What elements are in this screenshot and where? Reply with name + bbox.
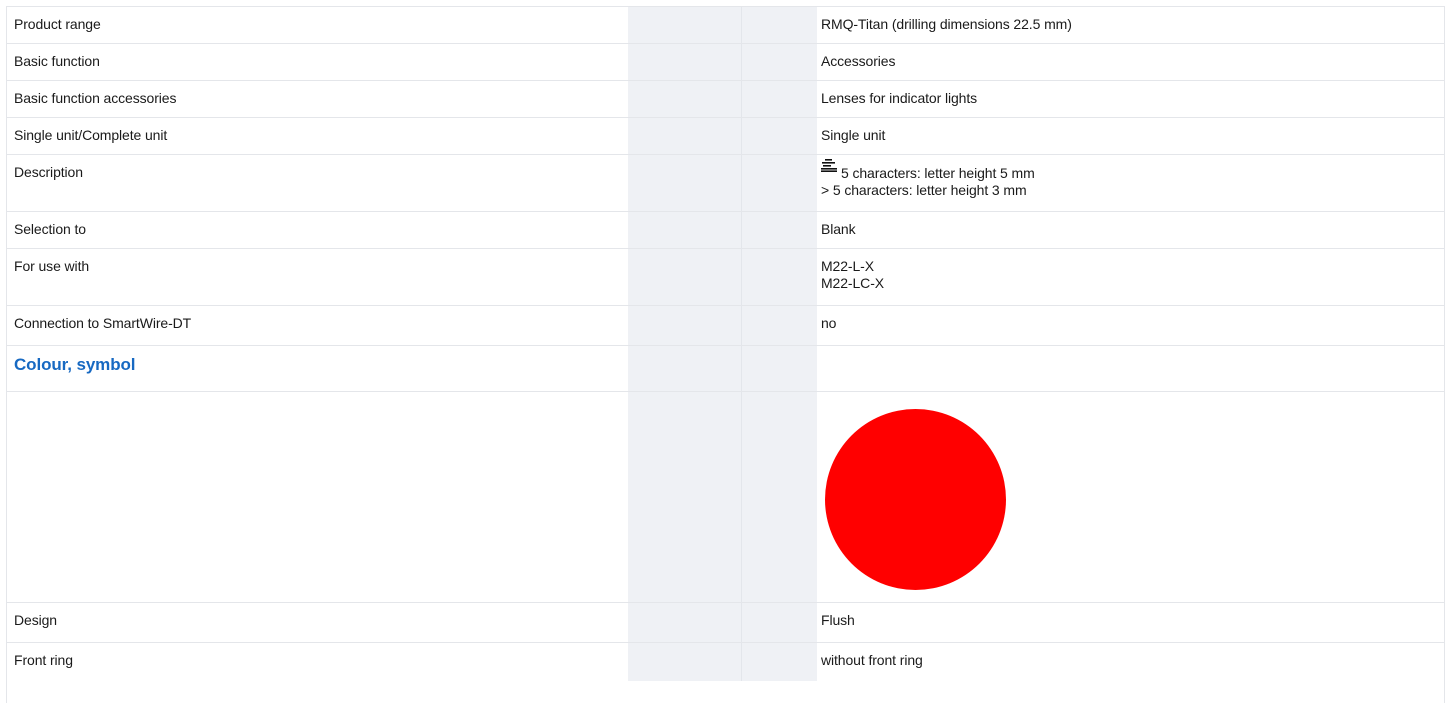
gray-cell bbox=[741, 81, 817, 118]
compatible-item: M22-LC-X bbox=[821, 275, 884, 291]
gray-cell bbox=[741, 603, 817, 643]
gray-cell bbox=[741, 249, 817, 306]
gray-cell bbox=[628, 306, 741, 346]
row-label: Product range bbox=[7, 7, 628, 44]
gray-cell bbox=[741, 212, 817, 249]
gray-cell bbox=[628, 603, 741, 643]
gray-cell bbox=[628, 118, 741, 155]
row-label: Basic function accessories bbox=[7, 81, 628, 118]
description-value: 5 characters: letter height 5 mm > 5 cha… bbox=[817, 155, 1445, 212]
spec-table: Product range RMQ-Titan (drilling dimens… bbox=[6, 6, 1445, 703]
description-line: 5 characters: letter height 5 mm bbox=[841, 165, 1035, 181]
row-value: Flush bbox=[817, 603, 1445, 643]
label-size-icon bbox=[821, 158, 837, 172]
row-label: Single unit/Complete unit bbox=[7, 118, 628, 155]
row-label: For use with bbox=[7, 249, 628, 306]
gray-cell bbox=[628, 155, 741, 212]
gray-cell bbox=[741, 346, 817, 392]
gray-cell bbox=[628, 7, 741, 44]
empty-cell bbox=[817, 346, 1445, 392]
description-line: > 5 characters: letter height 3 mm bbox=[821, 182, 1027, 198]
gray-cell bbox=[628, 392, 741, 603]
row-value: Single unit bbox=[817, 118, 1445, 155]
row-value: without front ring bbox=[821, 652, 923, 668]
row-value: Lenses for indicator lights bbox=[817, 81, 1445, 118]
gray-cell bbox=[741, 643, 817, 681]
symbol-cell bbox=[817, 392, 1445, 603]
red-circle-symbol bbox=[825, 409, 1006, 590]
gray-cell bbox=[741, 155, 817, 212]
row-label: Selection to bbox=[7, 212, 628, 249]
gray-cell bbox=[628, 44, 741, 81]
gray-cell bbox=[741, 306, 817, 346]
gray-cell bbox=[741, 392, 817, 603]
compatible-item: M22-L-X bbox=[821, 258, 874, 274]
row-label: Description bbox=[7, 155, 628, 212]
for-use-with-value: M22-L-X M22-LC-X bbox=[817, 249, 1445, 306]
row-value: Accessories bbox=[817, 44, 1445, 81]
gray-cell bbox=[628, 643, 741, 681]
gray-cell bbox=[741, 7, 817, 44]
row-label: Front ring bbox=[14, 652, 73, 668]
row-value: Blank bbox=[817, 212, 1445, 249]
row-value: no bbox=[817, 306, 1445, 346]
gray-cell bbox=[628, 249, 741, 306]
row-label: Connection to SmartWire-DT bbox=[7, 306, 628, 346]
gray-cell bbox=[628, 346, 741, 392]
gray-cell bbox=[628, 81, 741, 118]
row-label: Basic function bbox=[7, 44, 628, 81]
row-label: Design bbox=[7, 603, 628, 643]
row-value: RMQ-Titan (drilling dimensions 22.5 mm) bbox=[817, 7, 1445, 44]
section-heading: Colour, symbol bbox=[7, 346, 628, 392]
gray-cell bbox=[628, 212, 741, 249]
gray-cell bbox=[741, 44, 817, 81]
gray-cell bbox=[741, 118, 817, 155]
empty-cell bbox=[7, 392, 628, 603]
